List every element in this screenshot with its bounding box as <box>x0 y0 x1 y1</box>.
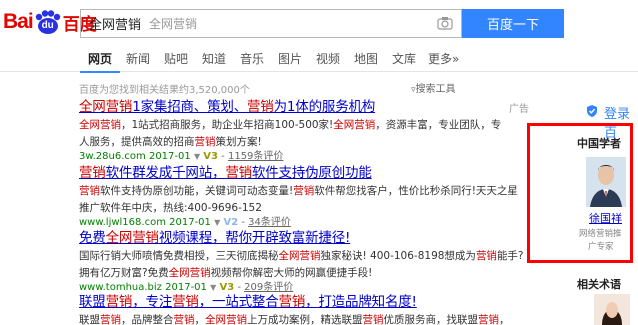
search-input[interactable]: 全网营销 全网营销 <box>80 9 462 38</box>
related-terms-title: 相关术语 <box>577 278 621 291</box>
search-tools[interactable]: ▿搜索工具 <box>411 80 456 95</box>
shield-icon <box>587 105 597 117</box>
result-title[interactable]: 联盟营销，专注营销，一站式整合营销，打造品牌知名度! <box>79 293 524 311</box>
result-desc-line: 全网营销，1站式招商服务，助企业年招商100-500家!全网营销，资源丰富，专业… <box>79 119 502 131</box>
tab-zhidao[interactable]: 知道 <box>202 50 226 67</box>
expert-role: 网络营销推 <box>579 229 622 239</box>
result-desc-line: 营销软件支持伪原创功能，关键词可动态变量!营销软件帮您找客户，性价比秒杀同行!天… <box>79 185 518 197</box>
dropdown-icon[interactable]: ▼ <box>210 283 216 292</box>
result-url[interactable]: www.ljwl168.com <box>79 217 166 228</box>
search-result-1: 全网营销1家集招商、策划、营销为1体的服务机构 全网营销，1站式招商服务，助企业… <box>79 98 524 164</box>
result-count: 百度为您找到相关结果约3,520,000个 <box>79 85 250 96</box>
expert-badge: 广专家 <box>588 242 614 252</box>
result-date: 2017-01 <box>148 151 191 162</box>
search-query[interactable]: 全网营销 <box>89 14 141 33</box>
logo-text-du: du <box>41 19 54 31</box>
camera-icon[interactable] <box>437 16 453 30</box>
expert-name-link[interactable]: 徐国祥 <box>589 210 622 226</box>
tab-video[interactable]: 视频 <box>316 50 340 67</box>
vip-badge[interactable]: V3 <box>219 282 234 293</box>
result-url-line: www.ljwl168.com 2017-01 ▼ V2 - 34条评价 <box>79 217 291 228</box>
search-tabs: 网页 新闻 贴吧 知道 音乐 图片 视频 地图 文库 更多» <box>0 44 638 73</box>
tab-music[interactable]: 音乐 <box>240 50 264 67</box>
result-title[interactable]: 营销软件群发成千网站，营销软件支持伪原创功能 <box>79 164 524 182</box>
search-result-2: 营销软件群发成千网站，营销软件支持伪原创功能 营销软件支持伪原创功能，关键词可动… <box>79 164 524 230</box>
tab-map[interactable]: 地图 <box>354 50 378 67</box>
tab-web[interactable]: 网页 <box>79 50 121 73</box>
result-desc-line: 联盟营销，品牌整合营销，全网营销上万成功案例，精选联盟营销优质服务商，找联盟营销… <box>79 314 510 325</box>
result-desc-line: 推广软件年中庆，热线:400-9696-152 <box>79 202 262 214</box>
vip-badge[interactable]: V3 <box>203 151 218 162</box>
logo-text-bai: Bai <box>3 10 34 33</box>
search-result-3: 免费全网营销视频课程，帮你开辟致富新捷径! 国际行销大师喷情免费相授，三天彻底揭… <box>79 229 524 295</box>
search-suggestion: 全网营销 <box>149 17 198 31</box>
tab-images[interactable]: 图片 <box>278 50 302 67</box>
result-date: 2017-01 <box>169 217 211 228</box>
result-date: 2017-01 <box>165 282 207 293</box>
result-desc-line: 人服务，提供高效的招商营销策划方案! <box>79 136 262 148</box>
dropdown-icon[interactable]: ▼ <box>194 152 200 161</box>
result-title[interactable]: 全网营销1家集招商、策划、营销为1体的服务机构 <box>79 98 524 116</box>
tab-news[interactable]: 新闻 <box>126 50 150 67</box>
tab-more[interactable]: 更多» <box>428 50 459 67</box>
related-avatar[interactable] <box>594 294 630 325</box>
result-desc-line: 国际行销大师喷情免费相授，三天彻底揭秘全网营销独家秘诀! 400-106-819… <box>79 250 524 262</box>
result-evaluation-link[interactable]: 1159条评价 <box>228 151 283 162</box>
result-evaluation-link[interactable]: 209条评价 <box>244 282 293 293</box>
tab-tieba[interactable]: 贴吧 <box>164 50 188 67</box>
search-result-4: 联盟营销，专注营销，一站式整合营销，打造品牌知名度! 联盟营销，品牌整合营销，全… <box>79 293 524 325</box>
tab-wenku[interactable]: 文库 <box>392 50 416 67</box>
result-url[interactable]: www.tomhua.biz <box>79 282 162 293</box>
result-desc-line: 拥有亿万财富?免费全网营销视频帮你解密大师的网赢便捷手段! <box>79 267 373 279</box>
vip-badge[interactable]: V2 <box>223 217 238 228</box>
search-tools-label: 搜索工具 <box>415 84 456 95</box>
result-evaluation-link[interactable]: 34条评价 <box>248 217 291 228</box>
result-title[interactable]: 免费全网营销视频课程，帮你开辟致富新捷径! <box>79 229 524 247</box>
dropdown-icon[interactable]: ▼ <box>214 218 220 227</box>
expert-avatar[interactable] <box>586 157 626 207</box>
search-button[interactable]: 百度一下 <box>462 9 564 38</box>
result-url[interactable]: 3w.28u6.com <box>79 151 146 162</box>
expert-section-title: 中国学者 <box>577 137 621 150</box>
result-url-line: 3w.28u6.com 2017-01 ▼ V3 - 1159条评价 <box>79 151 284 162</box>
paw-icon: du <box>34 10 62 34</box>
